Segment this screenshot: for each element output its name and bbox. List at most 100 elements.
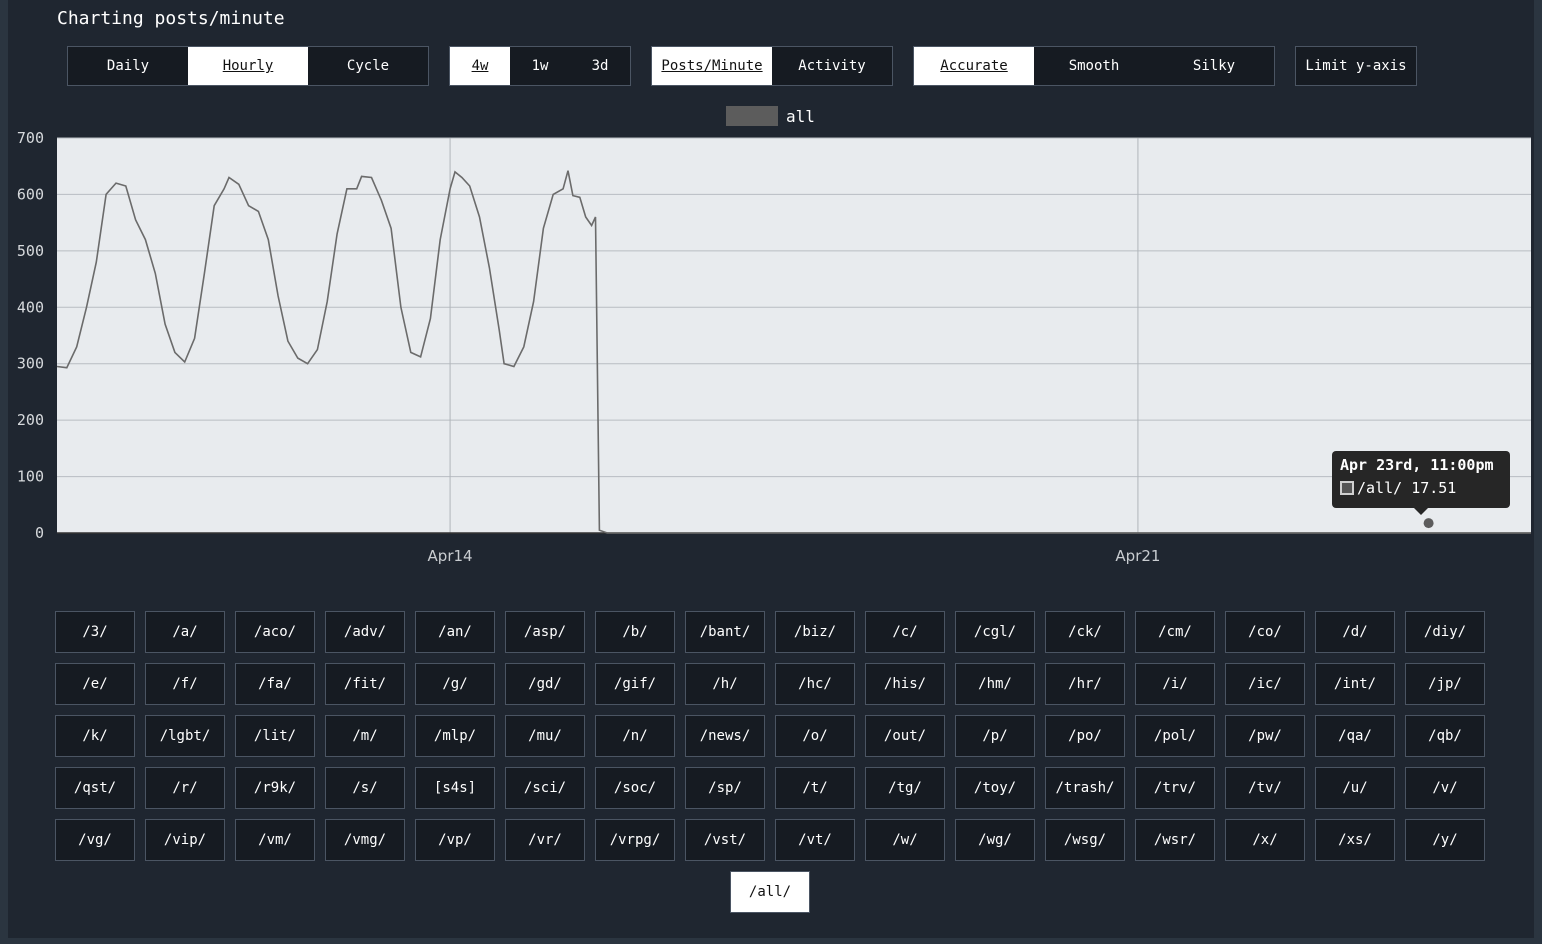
- board-button[interactable]: /jp/: [1405, 663, 1485, 705]
- board-button[interactable]: /h/: [685, 663, 765, 705]
- board-button[interactable]: /int/: [1315, 663, 1395, 705]
- board-button[interactable]: /3/: [55, 611, 135, 653]
- board-button[interactable]: /tv/: [1225, 767, 1305, 809]
- posts-per-minute-button[interactable]: Posts/Minute: [652, 47, 772, 85]
- board-button[interactable]: /lgbt/: [145, 715, 225, 757]
- board-button[interactable]: /toy/: [955, 767, 1035, 809]
- accurate-button[interactable]: Accurate: [914, 47, 1034, 85]
- board-button[interactable]: /x/: [1225, 819, 1305, 861]
- silky-button[interactable]: Silky: [1154, 47, 1274, 85]
- board-button[interactable]: /trash/: [1045, 767, 1125, 809]
- board-button[interactable]: /sci/: [505, 767, 585, 809]
- board-button[interactable]: /vp/: [415, 819, 495, 861]
- board-button[interactable]: /xs/: [1315, 819, 1395, 861]
- board-button[interactable]: /a/: [145, 611, 225, 653]
- board-button[interactable]: /p/: [955, 715, 1035, 757]
- y-tick-label: 700: [17, 129, 44, 147]
- board-button[interactable]: /n/: [595, 715, 675, 757]
- board-button[interactable]: /f/: [145, 663, 225, 705]
- board-button[interactable]: /s/: [325, 767, 405, 809]
- board-button[interactable]: /vmg/: [325, 819, 405, 861]
- range-4w-button[interactable]: 4w: [450, 47, 510, 85]
- y-tick-label: 300: [17, 355, 44, 373]
- board-button[interactable]: /hr/: [1045, 663, 1125, 705]
- range-1w-button[interactable]: 1w: [510, 47, 570, 85]
- board-button[interactable]: /k/: [55, 715, 135, 757]
- board-button[interactable]: /b/: [595, 611, 675, 653]
- board-button[interactable]: /vm/: [235, 819, 315, 861]
- board-button[interactable]: /an/: [415, 611, 495, 653]
- board-button[interactable]: /o/: [775, 715, 855, 757]
- board-button[interactable]: /wsr/: [1135, 819, 1215, 861]
- board-button[interactable]: /po/: [1045, 715, 1125, 757]
- board-button-all[interactable]: /all/: [730, 871, 810, 913]
- board-button[interactable]: /aco/: [235, 611, 315, 653]
- board-button[interactable]: /pol/: [1135, 715, 1215, 757]
- tooltip-series-name: /all/: [1357, 479, 1403, 497]
- board-button[interactable]: /cm/: [1135, 611, 1215, 653]
- board-button[interactable]: /pw/: [1225, 715, 1305, 757]
- board-button[interactable]: /lit/: [235, 715, 315, 757]
- board-button[interactable]: [s4s]: [415, 767, 495, 809]
- board-button[interactable]: /m/: [325, 715, 405, 757]
- board-button[interactable]: /biz/: [775, 611, 855, 653]
- board-button[interactable]: /diy/: [1405, 611, 1485, 653]
- board-button[interactable]: /ic/: [1225, 663, 1305, 705]
- board-button[interactable]: /r/: [145, 767, 225, 809]
- board-button[interactable]: /qa/: [1315, 715, 1395, 757]
- board-button[interactable]: /tg/: [865, 767, 945, 809]
- board-button[interactable]: /w/: [865, 819, 945, 861]
- board-button[interactable]: /e/: [55, 663, 135, 705]
- board-button[interactable]: /out/: [865, 715, 945, 757]
- hourly-button[interactable]: Hourly: [188, 47, 308, 85]
- board-button[interactable]: /ck/: [1045, 611, 1125, 653]
- board-button[interactable]: /wg/: [955, 819, 1035, 861]
- board-button[interactable]: /trv/: [1135, 767, 1215, 809]
- smooth-button[interactable]: Smooth: [1034, 47, 1154, 85]
- board-button[interactable]: /d/: [1315, 611, 1395, 653]
- board-button[interactable]: /adv/: [325, 611, 405, 653]
- board-button[interactable]: /sp/: [685, 767, 765, 809]
- board-button[interactable]: /y/: [1405, 819, 1485, 861]
- board-button[interactable]: /v/: [1405, 767, 1485, 809]
- board-button[interactable]: /vst/: [685, 819, 765, 861]
- board-button[interactable]: /qb/: [1405, 715, 1485, 757]
- board-button[interactable]: /cgl/: [955, 611, 1035, 653]
- board-button[interactable]: /co/: [1225, 611, 1305, 653]
- board-button[interactable]: /hc/: [775, 663, 855, 705]
- posts-per-minute-chart[interactable]: 0 100 200 300 400 500 600 700 Apr14 Apr21: [0, 120, 1542, 580]
- board-button[interactable]: /soc/: [595, 767, 675, 809]
- range-3d-button[interactable]: 3d: [570, 47, 630, 85]
- board-button[interactable]: /news/: [685, 715, 765, 757]
- board-button[interactable]: /gif/: [595, 663, 675, 705]
- board-button[interactable]: /r9k/: [235, 767, 315, 809]
- board-button[interactable]: /hm/: [955, 663, 1035, 705]
- daily-button[interactable]: Daily: [68, 47, 188, 85]
- board-button[interactable]: /mu/: [505, 715, 585, 757]
- board-button[interactable]: /vg/: [55, 819, 135, 861]
- board-button[interactable]: /vip/: [145, 819, 225, 861]
- board-button[interactable]: /vrpg/: [595, 819, 675, 861]
- range-button-group: 4w 1w 3d: [449, 46, 631, 86]
- board-button[interactable]: /fa/: [235, 663, 315, 705]
- cycle-button[interactable]: Cycle: [308, 47, 428, 85]
- board-button[interactable]: /gd/: [505, 663, 585, 705]
- board-button[interactable]: /u/: [1315, 767, 1395, 809]
- board-button[interactable]: /qst/: [55, 767, 135, 809]
- board-button[interactable]: /asp/: [505, 611, 585, 653]
- board-button[interactable]: /mlp/: [415, 715, 495, 757]
- board-button[interactable]: /vt/: [775, 819, 855, 861]
- board-button[interactable]: /g/: [415, 663, 495, 705]
- board-button[interactable]: /his/: [865, 663, 945, 705]
- board-button[interactable]: /bant/: [685, 611, 765, 653]
- board-button[interactable]: /i/: [1135, 663, 1215, 705]
- board-button[interactable]: /t/: [775, 767, 855, 809]
- board-button-grid: /3//a//aco//adv//an//asp//b//bant//biz//…: [55, 611, 1495, 861]
- board-button[interactable]: /wsg/: [1045, 819, 1125, 861]
- activity-button[interactable]: Activity: [772, 47, 892, 85]
- board-button[interactable]: /fit/: [325, 663, 405, 705]
- board-button[interactable]: /vr/: [505, 819, 585, 861]
- y-tick-label: 600: [17, 185, 44, 203]
- board-button[interactable]: /c/: [865, 611, 945, 653]
- limit-y-axis-button[interactable]: Limit y-axis: [1296, 47, 1416, 85]
